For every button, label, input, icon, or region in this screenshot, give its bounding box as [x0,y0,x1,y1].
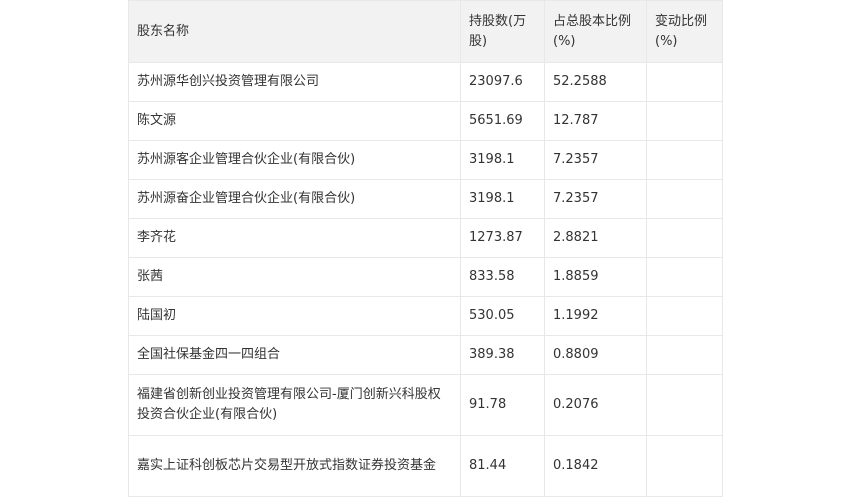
cell-change-ratio [646,435,723,497]
cell-shares-held: 3198.1 [460,140,545,180]
cell-change-ratio [646,296,723,336]
cell-change-ratio [646,101,723,141]
cell-share-ratio: 1.1992 [544,296,647,336]
table-row: 张茜 833.58 1.8859 [128,257,723,297]
table-row: 嘉实上证科创板芯片交易型开放式指数证券投资基金 81.44 0.1842 [128,435,723,497]
table-row: 苏州源奋企业管理合伙企业(有限合伙) 3198.1 7.2357 [128,179,723,219]
cell-change-ratio [646,218,723,258]
cell-shareholder-name: 嘉实上证科创板芯片交易型开放式指数证券投资基金 [128,435,461,497]
cell-shareholder-name: 苏州源客企业管理合伙企业(有限合伙) [128,140,461,180]
cell-shares-held: 5651.69 [460,101,545,141]
cell-share-ratio: 0.2076 [544,374,647,436]
cell-share-ratio: 7.2357 [544,179,647,219]
table-row: 苏州源华创兴投资管理有限公司 23097.6 52.2588 [128,62,723,102]
cell-shareholder-name: 福建省创新创业投资管理有限公司-厦门创新兴科股权投资合伙企业(有限合伙) [128,374,461,436]
table-header: 股东名称 持股数(万股) 占总股本比例(%) 变动比例(%) [128,0,723,63]
cell-share-ratio: 12.787 [544,101,647,141]
cell-shareholder-name: 张茜 [128,257,461,297]
cell-change-ratio [646,62,723,102]
cell-shareholder-name: 陆国初 [128,296,461,336]
cell-share-ratio: 7.2357 [544,140,647,180]
cell-change-ratio [646,140,723,180]
cell-change-ratio [646,335,723,375]
header-row: 股东名称 持股数(万股) 占总股本比例(%) 变动比例(%) [128,0,723,63]
cell-shareholder-name: 苏州源华创兴投资管理有限公司 [128,62,461,102]
table-row: 李齐花 1273.87 2.8821 [128,218,723,258]
cell-change-ratio [646,257,723,297]
cell-shares-held: 81.44 [460,435,545,497]
cell-shares-held: 1273.87 [460,218,545,258]
cell-shares-held: 23097.6 [460,62,545,102]
cell-shareholder-name: 陈文源 [128,101,461,141]
cell-shareholder-name: 全国社保基金四一四组合 [128,335,461,375]
header-shareholder-name: 股东名称 [128,0,461,63]
table-row: 陈文源 5651.69 12.787 [128,101,723,141]
table-row: 福建省创新创业投资管理有限公司-厦门创新兴科股权投资合伙企业(有限合伙) 91.… [128,374,723,436]
cell-shares-held: 389.38 [460,335,545,375]
cell-share-ratio: 0.8809 [544,335,647,375]
cell-shares-held: 530.05 [460,296,545,336]
table-row: 苏州源客企业管理合伙企业(有限合伙) 3198.1 7.2357 [128,140,723,180]
cell-share-ratio: 1.8859 [544,257,647,297]
cell-shareholder-name: 李齐花 [128,218,461,258]
table-row: 陆国初 530.05 1.1992 [128,296,723,336]
shareholder-table: 股东名称 持股数(万股) 占总股本比例(%) 变动比例(%) 苏州源华创兴投资管… [128,0,723,497]
cell-shares-held: 3198.1 [460,179,545,219]
header-share-ratio: 占总股本比例(%) [544,0,647,63]
header-shares-held: 持股数(万股) [460,0,545,63]
cell-shareholder-name: 苏州源奋企业管理合伙企业(有限合伙) [128,179,461,219]
table-body: 苏州源华创兴投资管理有限公司 23097.6 52.2588 陈文源 5651.… [128,62,723,497]
cell-share-ratio: 2.8821 [544,218,647,258]
cell-share-ratio: 52.2588 [544,62,647,102]
header-change-ratio: 变动比例(%) [646,0,723,63]
cell-share-ratio: 0.1842 [544,435,647,497]
cell-change-ratio [646,179,723,219]
cell-shares-held: 91.78 [460,374,545,436]
cell-change-ratio [646,374,723,436]
table-row: 全国社保基金四一四组合 389.38 0.8809 [128,335,723,375]
cell-shares-held: 833.58 [460,257,545,297]
